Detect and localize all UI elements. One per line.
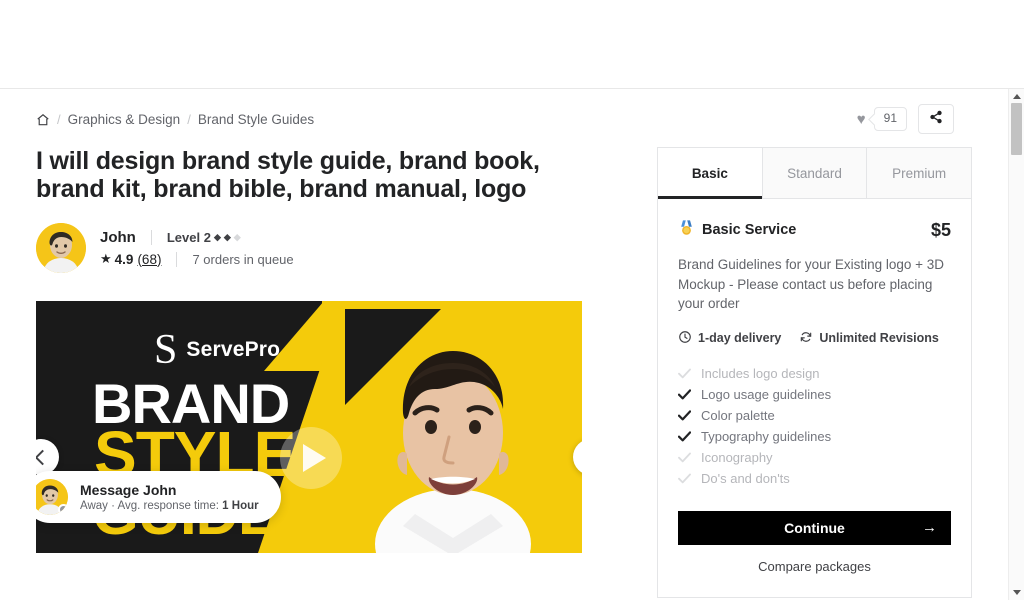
page-actions: ♥ 91	[857, 104, 976, 134]
feature-label: Color palette	[701, 407, 775, 423]
level-diamond-1-icon: ◆	[213, 232, 221, 242]
check-icon-disabled	[678, 368, 691, 379]
arrow-right-icon: →	[922, 519, 937, 537]
chevron-left-icon	[36, 449, 51, 465]
feature-label: Logo usage guidelines	[701, 386, 832, 402]
check-icon	[678, 389, 691, 400]
medal-icon	[678, 219, 695, 241]
page-scrollbar[interactable]	[1008, 89, 1024, 600]
gig-details-column: I will design brand style guide, brand b…	[36, 135, 636, 553]
orders-in-queue: 7 orders in queue	[192, 251, 294, 267]
seller-secondary-line: ★ 4.9 (68) 7 orders in queue	[100, 251, 294, 267]
clock-icon	[678, 330, 692, 347]
gig-gallery[interactable]: S ServePro BRAND STYLE GUIDE	[36, 301, 582, 553]
favorite-group[interactable]: ♥ 91	[857, 107, 907, 131]
heart-icon[interactable]: ♥	[857, 112, 866, 127]
delivery-spec: 1-day delivery	[678, 330, 781, 347]
message-seller-pill[interactable]: Message John Away · Avg. response time: …	[36, 471, 281, 523]
message-pill-title: Message John	[80, 481, 177, 498]
seller-level: Level 2 ◆ ◆ ◆	[167, 230, 241, 245]
feature-item: Logo usage guidelines	[678, 384, 951, 405]
breadcrumb-separator-2: /	[187, 111, 191, 127]
seller-meta: John Level 2 ◆ ◆ ◆ ★ 4.9 (68) 7 orders i…	[100, 229, 294, 267]
continue-label: Continue	[784, 519, 845, 536]
slide-logo-mark: S	[154, 327, 178, 373]
favorite-count: 91	[873, 107, 907, 131]
feature-label: Typography guidelines	[701, 428, 832, 444]
feature-item: Do's and don'ts	[678, 468, 951, 489]
play-icon[interactable]	[280, 427, 342, 489]
continue-button[interactable]: Continue →	[678, 510, 951, 545]
seller-divider	[150, 230, 152, 245]
scroll-down-arrow-icon[interactable]	[1009, 585, 1024, 600]
feature-item: Iconography	[678, 447, 951, 468]
share-icon	[929, 110, 943, 129]
delivery-label: 1-day delivery	[698, 331, 782, 346]
check-icon-disabled	[678, 473, 691, 484]
feature-label: Includes logo design	[701, 365, 820, 381]
revisions-spec: Unlimited Revisions	[799, 330, 939, 347]
refresh-icon	[799, 330, 813, 347]
breadcrumb-separator-1: /	[57, 111, 61, 127]
tab-standard[interactable]: Standard	[762, 148, 868, 198]
breadcrumb: / Graphics & Design / Brand Style Guides	[36, 112, 314, 127]
level-diamond-3-icon: ◆	[233, 232, 241, 242]
slide-logo: S ServePro	[154, 329, 280, 371]
tab-basic[interactable]: Basic	[658, 148, 763, 199]
seller-status: Away	[80, 500, 108, 513]
seller-summary: John Level 2 ◆ ◆ ◆ ★ 4.9 (68) 7 orders i…	[36, 223, 636, 273]
feature-label: Do's and don'ts	[701, 470, 790, 486]
feature-item: Typography guidelines	[678, 426, 951, 447]
home-icon[interactable]	[36, 113, 50, 127]
main-columns: I will design brand style guide, brand b…	[36, 135, 976, 598]
away-status-dot	[58, 504, 68, 515]
seller-primary-line: John Level 2 ◆ ◆ ◆	[100, 229, 294, 246]
star-icon: ★	[100, 251, 112, 266]
seller-level-label: Level 2	[166, 230, 211, 245]
seller-review-count[interactable]: (68)	[137, 252, 161, 267]
package-specs: 1-day delivery Unlimited Revisions	[678, 330, 951, 347]
package-panel: Basic Standard Premium Basic Service $5 …	[657, 147, 972, 598]
packages-column: Basic Standard Premium Basic Service $5 …	[657, 135, 972, 598]
page-title: I will design brand style guide, brand b…	[36, 147, 540, 203]
check-icon	[678, 431, 691, 442]
avatar[interactable]	[36, 223, 86, 273]
scroll-up-arrow-icon[interactable]	[1009, 89, 1024, 104]
package-tabs: Basic Standard Premium	[658, 148, 972, 199]
level-diamond-2-icon: ◆	[223, 232, 231, 242]
feature-item: Color palette	[678, 405, 951, 426]
message-avatar	[36, 479, 68, 515]
tab-premium[interactable]: Premium	[867, 148, 972, 198]
browser-header	[0, 0, 1024, 88]
revisions-label: Unlimited Revisions	[819, 331, 939, 346]
seller-rating: 4.9	[114, 251, 134, 267]
page-content: / Graphics & Design / Brand Style Guides…	[0, 89, 1008, 600]
feature-item: Includes logo design	[678, 363, 951, 384]
seller-divider-2	[176, 251, 178, 267]
package-body: Basic Service $5 Brand Guidelines for yo…	[658, 199, 971, 597]
breadcrumb-row: / Graphics & Design / Brand Style Guides…	[36, 89, 976, 135]
check-icon	[678, 410, 691, 421]
message-pill-subtitle: Away · Avg. response time: 1 Hour	[80, 500, 259, 512]
breadcrumb-item-graphics-design[interactable]: Graphics & Design	[68, 112, 181, 127]
response-time-label: Avg. response time:	[117, 500, 219, 513]
feature-label: Iconography	[701, 449, 773, 465]
package-name: Basic Service	[702, 222, 797, 238]
slide-logo-name: ServePro	[186, 338, 281, 361]
compare-packages-button[interactable]: Compare packages	[678, 558, 951, 575]
response-time-value: 1 Hour	[222, 500, 259, 513]
message-pill-text: Message John Away · Avg. response time: …	[80, 482, 259, 513]
package-header: Basic Service $5	[678, 219, 951, 241]
package-description: Brand Guidelines for your Existing logo …	[678, 257, 945, 312]
check-icon-disabled	[678, 452, 691, 463]
package-features: Includes logo design Logo usage guidelin…	[678, 363, 951, 489]
seller-name[interactable]: John	[100, 229, 136, 246]
slide-person-photo	[345, 309, 560, 553]
share-button[interactable]	[918, 104, 954, 134]
package-price: $5	[930, 219, 951, 240]
subtitle-separator: ·	[111, 500, 115, 513]
scroll-thumb[interactable]	[1011, 103, 1022, 155]
breadcrumb-item-brand-style-guides[interactable]: Brand Style Guides	[198, 112, 314, 127]
